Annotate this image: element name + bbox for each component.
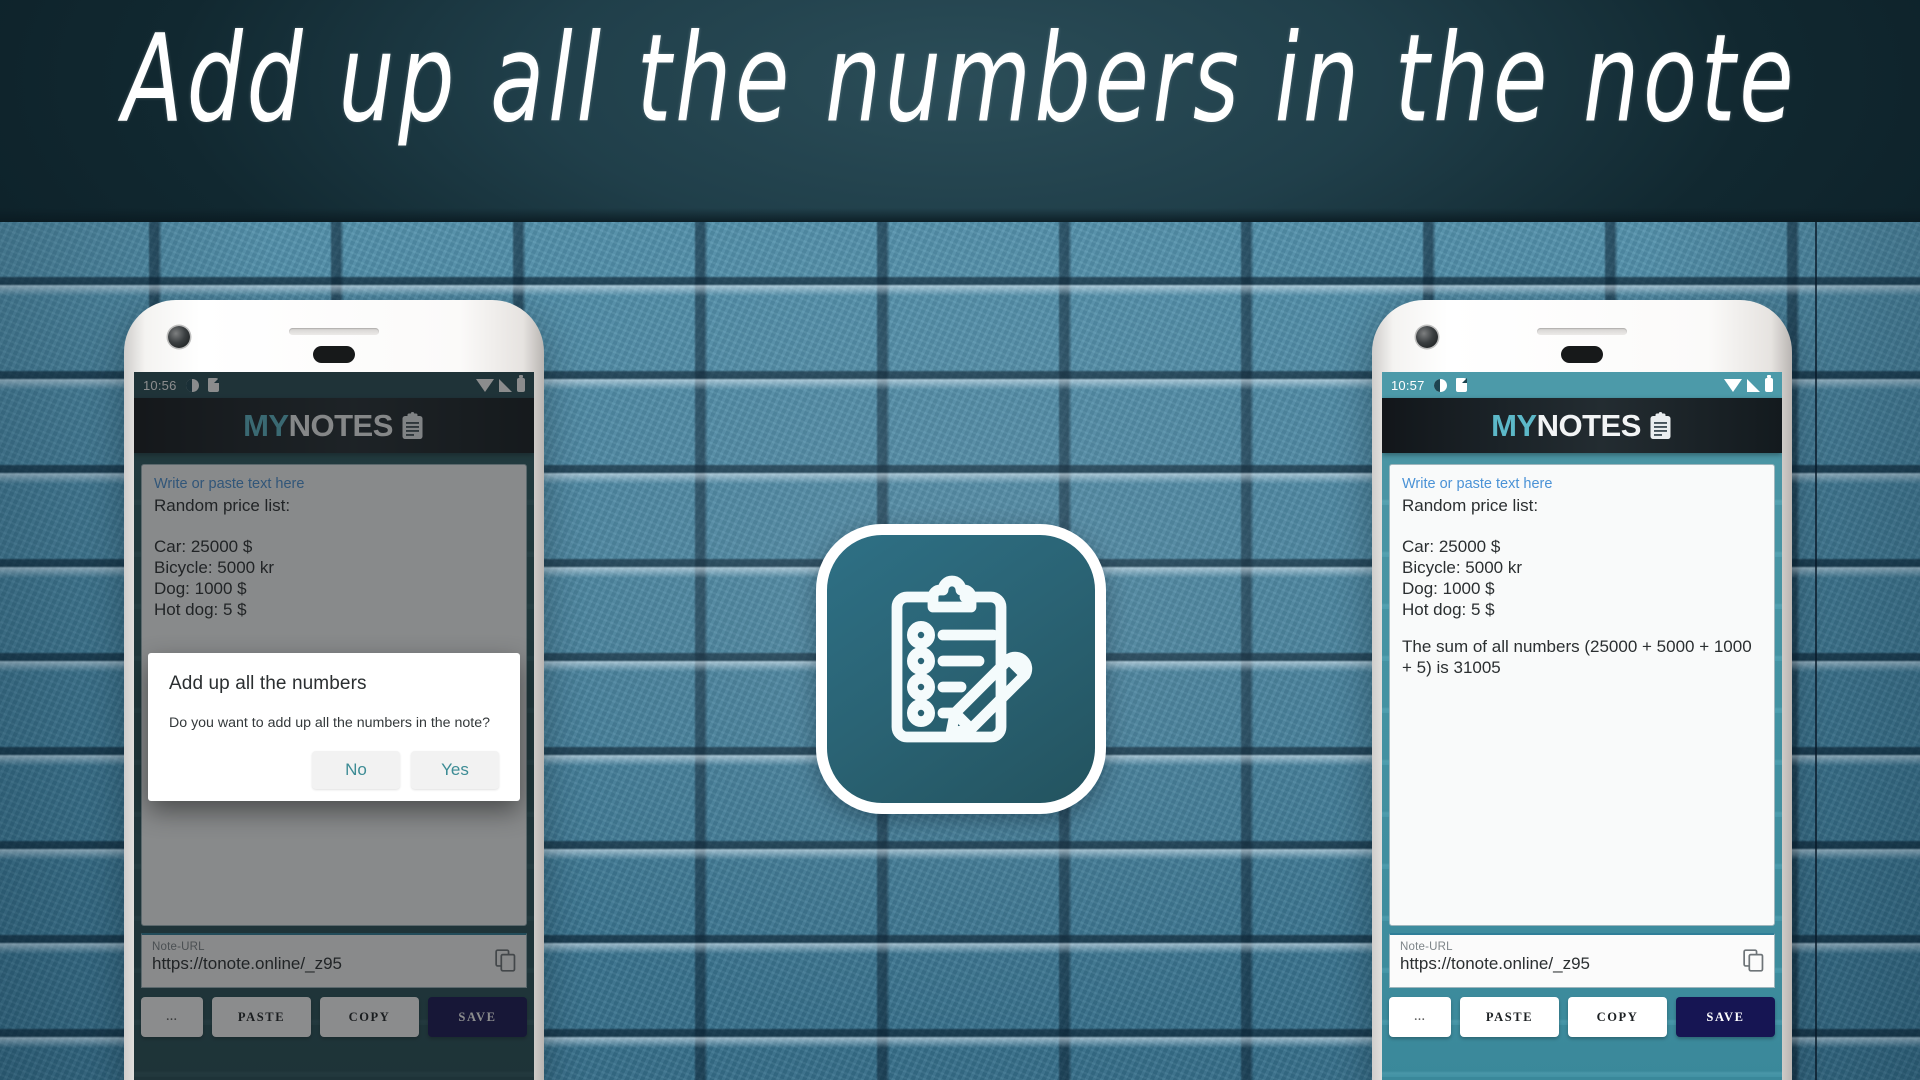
app-icon: [816, 524, 1106, 814]
battery-icon: [1765, 378, 1773, 392]
contrast-icon: [1433, 378, 1447, 392]
dialog-title: Add up all the numbers: [169, 673, 367, 694]
sensor-pill-icon: [313, 346, 355, 363]
app-bar: MYNOTES: [1382, 398, 1782, 453]
sensor-pill-icon: [1561, 346, 1603, 363]
note-card[interactable]: Write or paste text here Random price li…: [1389, 464, 1775, 926]
earpiece-icon: [289, 328, 379, 335]
phone-bezel-top: [1382, 300, 1792, 372]
app-title-notes: NOTES: [1536, 407, 1642, 443]
dialog-no-button[interactable]: No: [312, 751, 400, 790]
more-button[interactable]: ...: [1389, 997, 1451, 1037]
dialog-actions: No Yes: [169, 751, 499, 790]
phone-right: 10:57 MYNOTES Write or paste text here R…: [1372, 300, 1792, 1080]
clipboard-icon: [1650, 411, 1671, 439]
front-camera-icon: [1416, 326, 1438, 348]
front-camera-icon: [168, 326, 190, 348]
header-banner: Add up all the numbers in the note: [0, 0, 1920, 222]
app-title-my: MY: [1491, 407, 1537, 443]
dialog-yes-button[interactable]: Yes: [411, 751, 499, 790]
phone-left-screen: 10:56 MYNOTES: [134, 372, 534, 1080]
note-url-label: Note-URL: [1400, 941, 1453, 953]
phone-left: 10:56 MYNOTES: [124, 300, 544, 1080]
wall-seam-line: [1815, 222, 1817, 1080]
sd-card-icon: [1455, 378, 1467, 392]
note-body-text[interactable]: Random price list: Car: 25000 $ Bicycle:…: [1402, 496, 1762, 620]
phone-right-screen: 10:57 MYNOTES Write or paste text here R…: [1382, 372, 1782, 1080]
phone-bezel-top: [134, 300, 544, 372]
earpiece-icon: [1537, 328, 1627, 335]
save-button[interactable]: SAVE: [1676, 997, 1775, 1037]
signal-icon: [1747, 378, 1760, 392]
note-url-value[interactable]: https://tonote.online/_z95: [1400, 954, 1743, 974]
app-title: MYNOTES: [1491, 408, 1641, 444]
note-sum-text: The sum of all numbers (25000 + 5000 + 1…: [1402, 637, 1752, 678]
status-bar: 10:57: [1382, 372, 1782, 398]
banner-title: Add up all the numbers in the note: [122, 8, 1798, 150]
power-button[interactable]: [1782, 300, 1792, 318]
action-button-row: ... PASTE COPY SAVE: [1382, 988, 1782, 1037]
wifi-icon: [1724, 378, 1742, 392]
status-bar-time: 10:57: [1391, 377, 1425, 393]
note-hint-label: Write or paste text here: [1402, 476, 1553, 492]
note-url-row[interactable]: Note-URL https://tonote.online/_z95: [1389, 933, 1775, 988]
power-button[interactable]: [534, 300, 544, 318]
add-numbers-dialog: Add up all the numbers Do you want to ad…: [148, 653, 520, 802]
copy-button[interactable]: COPY: [1568, 997, 1667, 1037]
paste-button[interactable]: PASTE: [1460, 997, 1559, 1037]
copy-icon[interactable]: [1743, 949, 1764, 972]
clipboard-pencil-icon: [891, 575, 1033, 743]
dialog-message: Do you want to add up all the numbers in…: [169, 715, 491, 731]
